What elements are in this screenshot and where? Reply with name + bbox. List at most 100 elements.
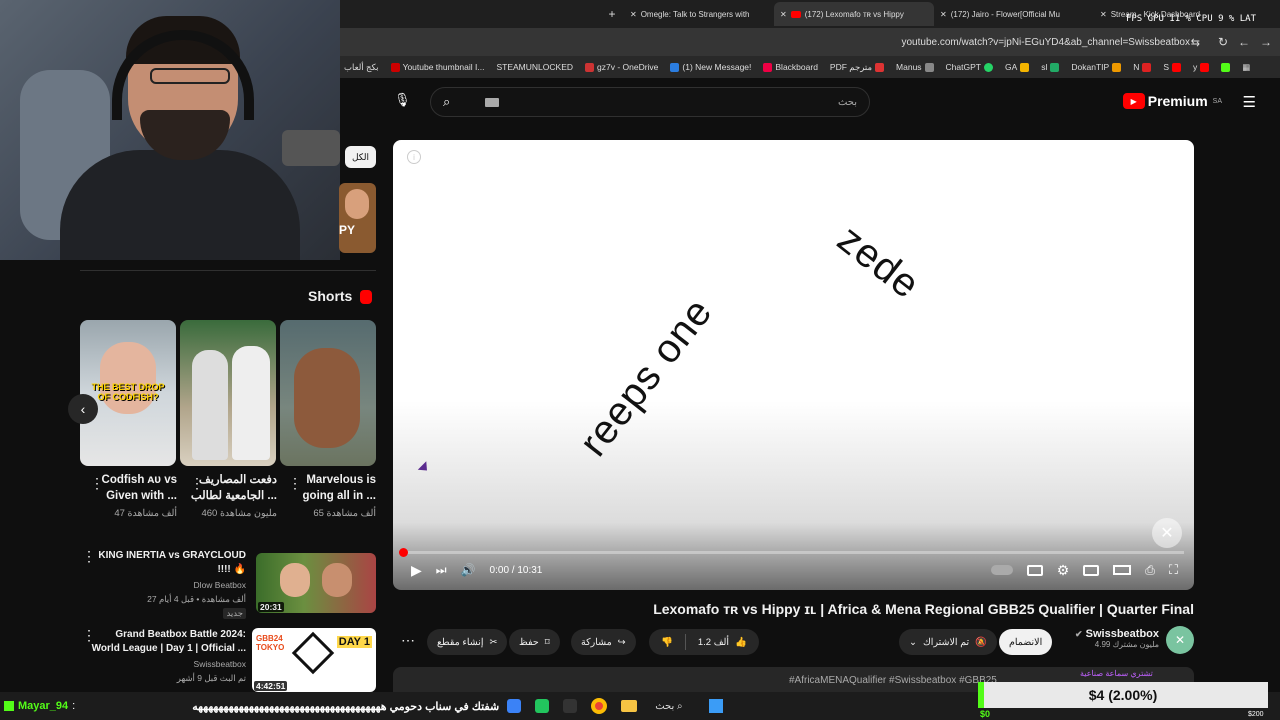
- bookmark-item[interactable]: Blackboard: [763, 62, 818, 72]
- close-icon[interactable]: ✕: [1100, 10, 1107, 19]
- join-button[interactable]: الانضمام: [999, 629, 1053, 655]
- tab-label: (172) Jairo - Flower[Official Mu: [950, 9, 1060, 19]
- short-card-arabic[interactable]: [180, 320, 276, 466]
- keyboard-icon[interactable]: [485, 98, 499, 107]
- search-icon[interactable]: ⌕: [443, 94, 450, 110]
- bookmark-label: y: [1193, 62, 1198, 72]
- bookmark-item[interactable]: بكج ألعاب: [344, 62, 379, 73]
- recommended-thumbnail[interactable]: GBB24 TOKYO DAY 1 4:42:51: [252, 628, 376, 692]
- bell-icon: 🔕: [975, 636, 988, 648]
- scissors-icon: ✂: [489, 636, 498, 648]
- bookmark-item[interactable]: (1) New Message!: [670, 62, 751, 72]
- app-icon[interactable]: [535, 699, 550, 713]
- partial-thumbnail[interactable]: PY: [339, 183, 376, 253]
- back-icon[interactable]: ←: [1238, 35, 1250, 49]
- bookmark-item[interactable]: S: [1163, 62, 1182, 72]
- youtube-header: 🎙 ⌕ بحث ▶ Premium SA ☰: [340, 78, 1280, 126]
- translate-icon[interactable]: ⇆: [1191, 36, 1200, 49]
- kick-icon[interactable]: [1221, 62, 1231, 72]
- like-count[interactable]: 1.2 ألف: [698, 637, 729, 648]
- new-tab-button[interactable]: +: [600, 7, 624, 21]
- forward-icon[interactable]: →: [1260, 35, 1272, 49]
- tab-youtube-active[interactable]: ✕ (172) Lexomafo ᴛʀ vs Hippy: [774, 2, 934, 26]
- item-menu-icon[interactable]: ⋮: [82, 548, 96, 565]
- chrome-icon[interactable]: [591, 698, 608, 714]
- clip-button[interactable]: إنشاء مقطع ✂: [427, 629, 508, 655]
- address-bar[interactable]: youtube.com/watch?v=jpNi-EGuYD4&ab_chann…: [340, 28, 1280, 56]
- hamburger-menu-icon[interactable]: ☰: [1243, 93, 1256, 111]
- recommended-title: Grand Beatbox Battle 2024: World League |…: [91, 629, 246, 654]
- autoplay-toggle[interactable]: [990, 565, 1013, 575]
- miniplayer-icon[interactable]: [1083, 564, 1100, 576]
- short-title[interactable]: دفعت المصاريف الجامعية لطالب ...: [191, 472, 277, 504]
- pdf-icon: [875, 62, 885, 72]
- bookmark-item[interactable]: GA: [1005, 62, 1030, 72]
- subscribed-button[interactable]: ⌄ تم الاشتراك 🔕: [899, 629, 998, 655]
- bookmark-item[interactable]: N: [1133, 62, 1152, 72]
- short-title[interactable]: Codfish ᴀᴜ vs Given with ...: [102, 472, 177, 504]
- recommended-thumbnail[interactable]: 20:31: [256, 553, 376, 613]
- short-views: 65 ألف مشاهدة: [313, 508, 376, 519]
- dislike-icon[interactable]: 👎: [661, 637, 673, 648]
- new-badge: جديد: [223, 608, 246, 619]
- short-card-marvelous[interactable]: [280, 320, 376, 466]
- bookmark-item[interactable]: sl: [1041, 62, 1060, 72]
- channel-watermark-icon[interactable]: ✕: [1152, 518, 1182, 548]
- like-icon[interactable]: 👍: [735, 637, 747, 648]
- terminal-icon[interactable]: [563, 699, 578, 713]
- recommended-item[interactable]: ⋮ Grand Beatbox Battle 2024: World League…: [80, 624, 376, 692]
- app-icon[interactable]: [507, 699, 522, 713]
- short-title[interactable]: Marvelous is going all in ...: [303, 472, 376, 504]
- url-text[interactable]: youtube.com/watch?v=jpNi-EGuYD4&ab_chann…: [901, 37, 1190, 48]
- info-icon[interactable]: i: [407, 150, 421, 164]
- youtube-logo[interactable]: ▶ Premium SA: [1122, 93, 1222, 109]
- bookmark-icon: [1142, 62, 1152, 72]
- search-box[interactable]: ⌕ بحث: [430, 87, 870, 117]
- recommended-item[interactable]: ⋮ KING INERTIA vs GRAYCLOUD!!!! 🔥 Dlow B…: [80, 545, 376, 621]
- kick-chat-icon: [4, 701, 14, 711]
- thumb-text: GBB24 TOKYO: [256, 634, 285, 652]
- close-icon[interactable]: ✕: [630, 10, 637, 19]
- subscriber-count: 4.99 مليون مشترك: [1094, 640, 1159, 649]
- play-icon[interactable]: ▶: [411, 562, 422, 579]
- cast-icon[interactable]: ⎙: [1145, 563, 1155, 578]
- taskbar-search[interactable]: بحث ⌕: [655, 701, 682, 712]
- folder-icon[interactable]: [621, 700, 638, 712]
- theater-mode-icon[interactable]: [1113, 565, 1132, 575]
- tab-omegle[interactable]: ✕ Omegle: Talk to Strangers with: [624, 2, 774, 26]
- bookmark-item[interactable]: y: [1193, 62, 1210, 72]
- more-actions-icon[interactable]: ⋯: [401, 632, 415, 649]
- bookmark-item[interactable]: gz7v - OneDrive: [585, 62, 658, 72]
- next-icon[interactable]: ⏭: [436, 563, 447, 578]
- voice-search-icon[interactable]: 🎙: [394, 92, 414, 112]
- video-player[interactable]: i zede reeps one ✕ ▶ ⏭ 🔊 0:00 / 10:31 ⚙ …: [393, 140, 1194, 590]
- bookmark-item[interactable]: PDF مترجم: [829, 61, 885, 73]
- short-menu-icon[interactable]: ⋮: [288, 475, 302, 492]
- shorts-prev-arrow-icon[interactable]: ‹: [68, 394, 98, 424]
- bookmark-item[interactable]: Youtube thumbnail I...: [390, 62, 484, 72]
- fullscreen-icon[interactable]: ⛶: [1169, 562, 1178, 578]
- windows-start-icon[interactable]: [708, 699, 723, 713]
- reload-icon[interactable]: ↻: [1218, 35, 1228, 49]
- subtitles-icon[interactable]: [1026, 564, 1043, 576]
- bookmark-item[interactable]: ChatGPT: [946, 62, 993, 72]
- settings-gear-icon[interactable]: ⚙: [1057, 562, 1070, 579]
- channel-avatar[interactable]: ✕: [1166, 626, 1194, 654]
- donation-progress-fill: [978, 682, 984, 708]
- short-card-codfish[interactable]: THE BEST DROP OF CODFISH?: [80, 320, 176, 466]
- bookmark-item[interactable]: Manus: [896, 62, 934, 72]
- onedrive-icon: [670, 62, 680, 72]
- tab-jairo[interactable]: ✕ (172) Jairo - Flower[Official Mu: [934, 2, 1094, 26]
- save-button[interactable]: حفظ ⌑: [509, 629, 560, 655]
- more-bookmarks-icon[interactable]: ▦: [1242, 62, 1250, 73]
- share-button[interactable]: مشاركة ↪: [571, 629, 636, 655]
- channel-info[interactable]: ✔ Swissbeatbox 4.99 مليون مشترك: [1069, 628, 1159, 649]
- volume-icon[interactable]: 🔊: [461, 563, 476, 577]
- close-icon[interactable]: ✕: [780, 10, 787, 19]
- chip-all[interactable]: الكل: [345, 146, 376, 168]
- bookmark-label: PDF مترجم: [829, 61, 873, 72]
- bookmark-item[interactable]: DokanTIP: [1071, 62, 1122, 72]
- search-input[interactable]: بحث: [838, 97, 857, 108]
- bookmark-item[interactable]: STEAMUNLOCKED: [496, 62, 573, 72]
- close-icon[interactable]: ✕: [940, 10, 947, 19]
